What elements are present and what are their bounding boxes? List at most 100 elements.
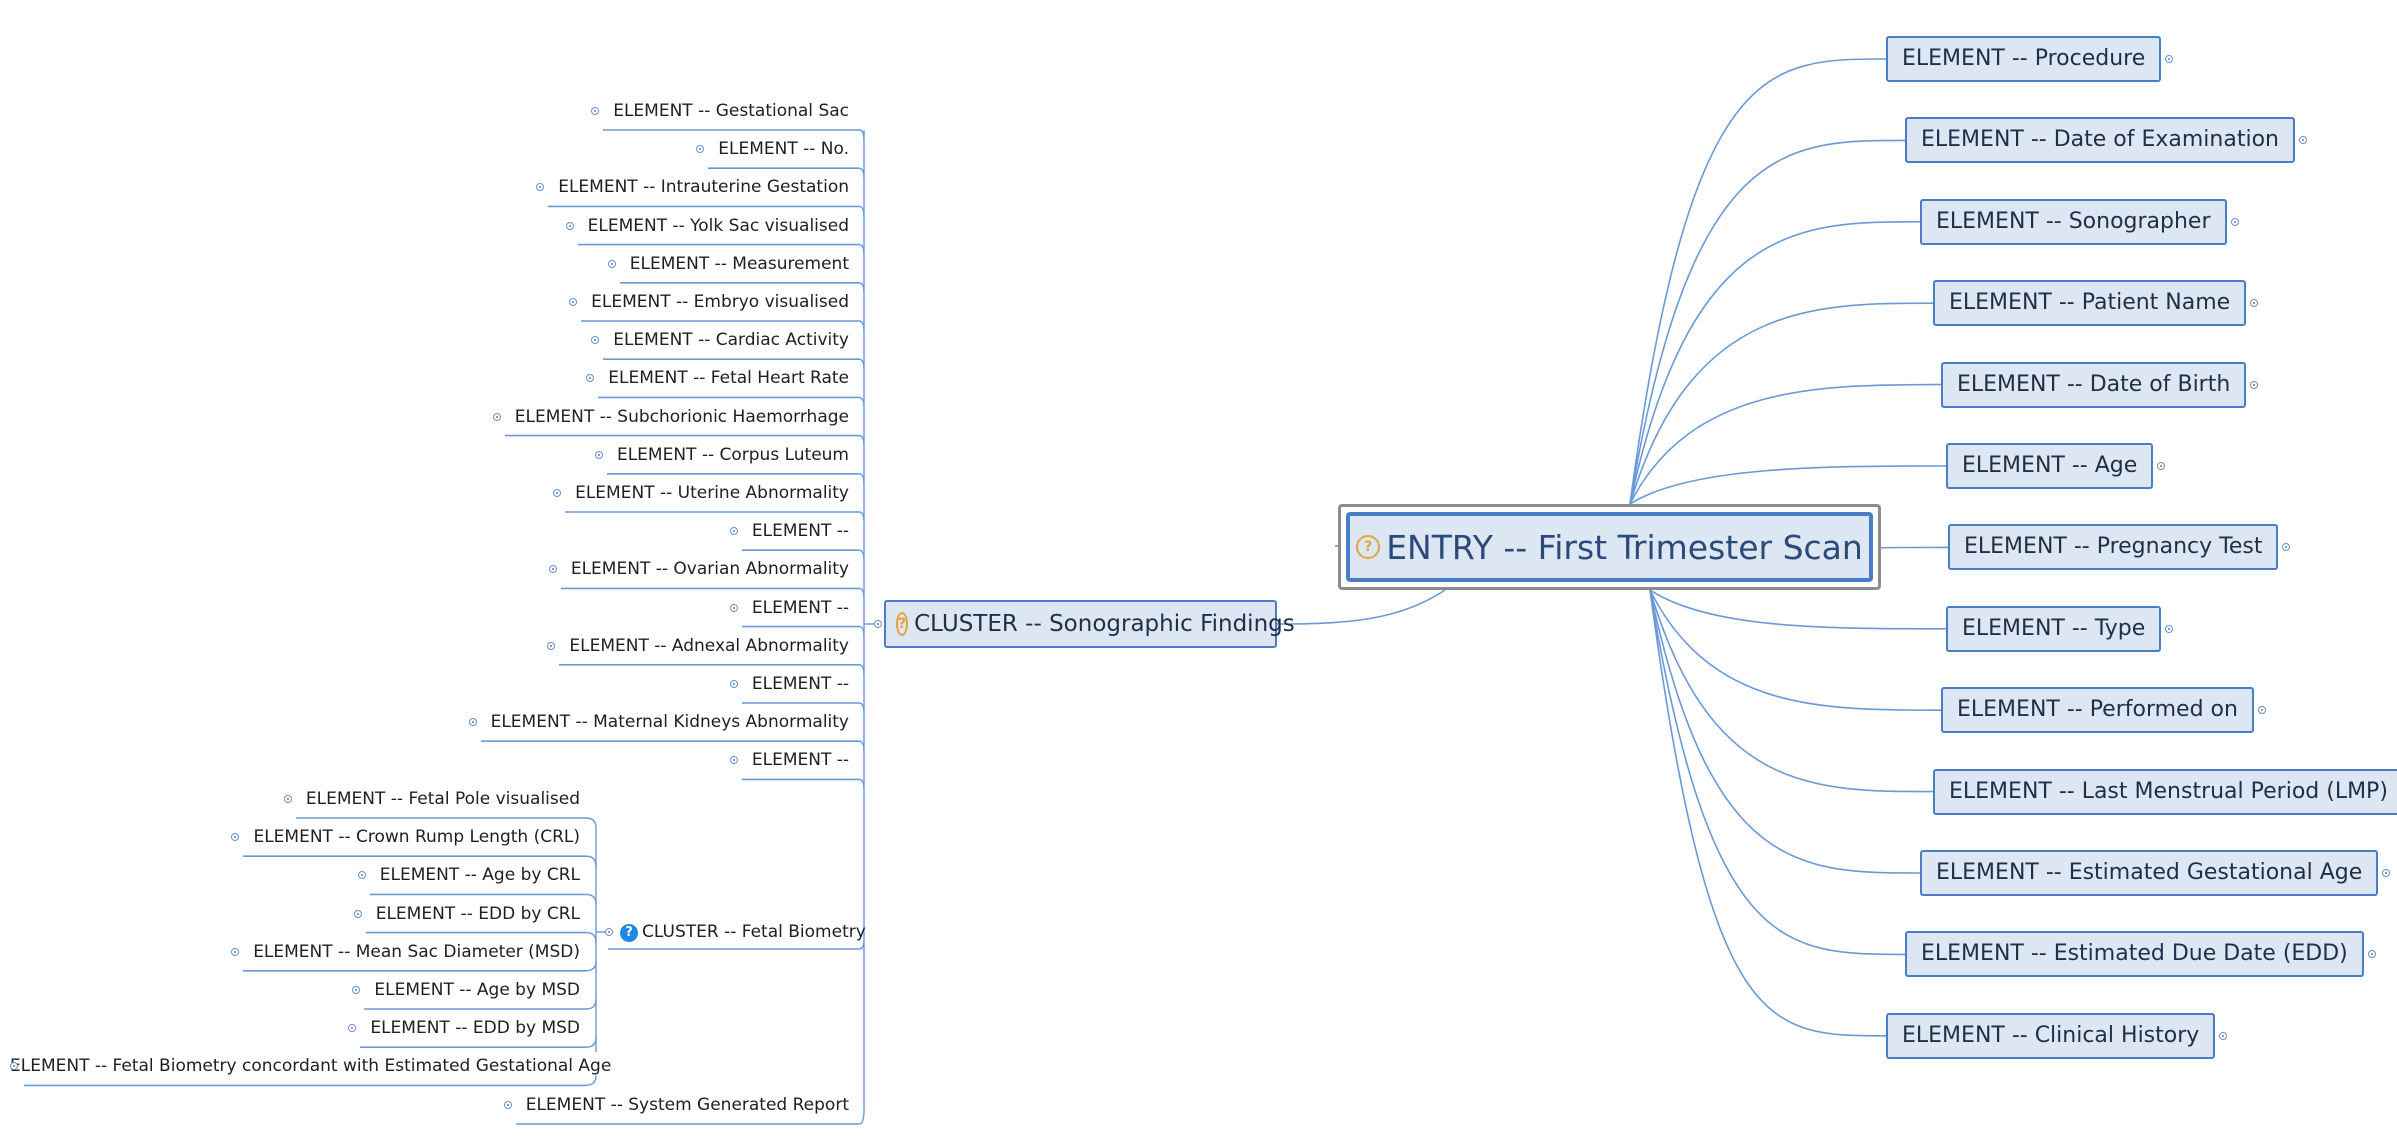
element-label: ELEMENT -- Uterine Abnormality xyxy=(575,483,849,503)
element-subchorionic-haemorrhage[interactable]: ELEMENT -- Subchorionic Haemorrhage xyxy=(249,402,849,432)
element-last-menstrual-period-lmp[interactable]: ELEMENT -- Last Menstrual Period (LMP) xyxy=(1933,768,2397,815)
connector-line xyxy=(858,702,865,714)
expand-dot-icon[interactable] xyxy=(2165,624,2173,633)
element-label: ELEMENT -- Subchorionic Haemorrhage xyxy=(514,406,849,427)
expand-dot-icon[interactable] xyxy=(354,909,362,918)
element-gestational-sac[interactable]: ELEMENT -- Gestational Sac xyxy=(249,96,849,126)
element-date-of-birth[interactable]: ELEMENT -- Date of Birth xyxy=(1941,361,2247,408)
connector-line xyxy=(585,1037,597,1048)
expand-dot-icon[interactable] xyxy=(730,680,738,688)
element-estimated-gestational-age[interactable]: ELEMENT -- Estimated Gestational Age xyxy=(1920,850,2379,896)
expand-dot-icon[interactable] xyxy=(2219,1031,2227,1040)
root-topic-inner: ? ENTRY -- First Trimester Scan xyxy=(1346,512,1873,582)
element-crown-rump-length-crl[interactable]: ELEMENT -- Crown Rump Length (CRL) xyxy=(10,822,580,852)
expand-dot-icon[interactable] xyxy=(2231,217,2239,226)
element-estimated-due-date-edd[interactable]: ELEMENT -- Estimated Due Date (EDD) xyxy=(1905,931,2364,978)
expand-dot-icon[interactable] xyxy=(874,620,882,628)
expand-dot-icon[interactable] xyxy=(591,107,599,115)
question-outline-icon: ? xyxy=(1356,535,1381,559)
element-cardiac-activity[interactable]: ELEMENT -- Cardiac Activity xyxy=(249,325,849,355)
expand-dot-icon[interactable] xyxy=(231,947,239,956)
connector-line xyxy=(858,511,865,523)
expand-dot-icon[interactable] xyxy=(608,259,616,268)
element-measurement[interactable]: ELEMENT -- Measurement xyxy=(249,249,849,279)
element-[interactable]: ELEMENT -- xyxy=(249,593,849,623)
cluster-sonographic-findings[interactable]: ? CLUSTER -- Sonographic Findings xyxy=(884,600,1295,648)
element-label: ELEMENT -- xyxy=(751,597,849,618)
expand-dot-icon[interactable] xyxy=(2165,55,2173,63)
element-embryo-visualised[interactable]: ELEMENT -- Embryo visualised xyxy=(249,287,849,317)
expand-dot-icon[interactable] xyxy=(595,450,603,459)
expand-dot-icon[interactable] xyxy=(284,795,292,803)
element-yolk-sac-visualised[interactable]: ELEMENT -- Yolk Sac visualised xyxy=(249,211,849,241)
element-label: ELEMENT -- Patient Name xyxy=(1949,290,2231,316)
connector-line xyxy=(1629,302,1934,505)
connector-line xyxy=(858,473,865,484)
element-procedure[interactable]: ELEMENT -- Procedure xyxy=(1886,36,2162,82)
expand-dot-icon[interactable] xyxy=(605,928,613,936)
question-outline-icon: ? xyxy=(896,612,909,636)
element-label: ELEMENT -- Measurement xyxy=(629,253,849,274)
element-label: ELEMENT -- Age xyxy=(1962,453,2138,478)
element-edd-by-crl[interactable]: ELEMENT -- EDD by CRL xyxy=(10,899,580,929)
element-performed-on[interactable]: ELEMENT -- Performed on xyxy=(1941,687,2254,734)
element-label: ELEMENT -- Performed on xyxy=(1957,697,2238,723)
element-label: ELEMENT -- Adnexal Abnormality xyxy=(569,635,849,656)
element-patient-name[interactable]: ELEMENT -- Patient Name xyxy=(1933,280,2247,327)
connector-line xyxy=(1629,465,1947,505)
element-no[interactable]: ELEMENT -- No. xyxy=(249,134,849,164)
element-mean-sac-diameter-msd[interactable]: ELEMENT -- Mean Sac Diameter (MSD) xyxy=(10,937,580,967)
element-date-of-examination[interactable]: ELEMENT -- Date of Examination xyxy=(1905,117,2295,164)
connector-line xyxy=(858,587,865,599)
cluster-fetal-biometry[interactable]: ? CLUSTER -- Fetal Biometry xyxy=(620,917,866,947)
connector-line xyxy=(1629,58,1887,505)
element-age-by-msd[interactable]: ELEMENT -- Age by MSD xyxy=(10,975,580,1005)
element-label: ELEMENT -- Clinical History xyxy=(1902,1022,2200,1048)
element-label: ELEMENT -- Gestational Sac xyxy=(613,101,849,121)
element-[interactable]: ELEMENT -- xyxy=(249,516,849,546)
element-fetal-pole-visualised[interactable]: ELEMENT -- Fetal Pole visualised xyxy=(10,784,580,814)
connector-line xyxy=(858,778,865,790)
element-[interactable]: ELEMENT -- xyxy=(249,745,849,775)
element-label: ELEMENT -- Procedure xyxy=(1902,46,2146,71)
expand-dot-icon[interactable] xyxy=(569,298,577,306)
element-pregnancy-test[interactable]: ELEMENT -- Pregnancy Test xyxy=(1948,524,2279,571)
connector-line xyxy=(1649,589,1947,630)
element-label: ELEMENT -- Fetal Heart Rate xyxy=(608,368,849,389)
element-sonographer[interactable]: ELEMENT -- Sonographer xyxy=(1920,198,2227,245)
element-intrauterine-gestation[interactable]: ELEMENT -- Intrauterine Gestation xyxy=(249,172,849,202)
element-label: ELEMENT -- EDD by MSD xyxy=(370,1018,580,1039)
element-label: ELEMENT -- Date of Birth xyxy=(1957,371,2231,397)
expand-dot-icon[interactable] xyxy=(553,489,561,497)
expand-dot-icon[interactable] xyxy=(2382,869,2390,877)
connector-line xyxy=(1649,589,1934,793)
help-circle-icon: ? xyxy=(620,924,638,942)
expand-dot-icon[interactable] xyxy=(730,603,738,612)
element-uterine-abnormality[interactable]: ELEMENT -- Uterine Abnormality xyxy=(249,478,849,508)
element-system-generated-report[interactable]: ELEMENT -- System Generated Report xyxy=(249,1090,849,1120)
root-topic[interactable]: ? ENTRY -- First Trimester Scan xyxy=(1338,504,1881,590)
element-age[interactable]: ELEMENT -- Age xyxy=(1946,443,2154,489)
expand-dot-icon[interactable] xyxy=(566,221,574,230)
root-topic-title: ENTRY -- First Trimester Scan xyxy=(1386,527,1863,567)
element-[interactable]: ELEMENT -- xyxy=(249,669,849,699)
element-label: ELEMENT -- Embryo visualised xyxy=(591,292,849,312)
element-type[interactable]: ELEMENT -- Type xyxy=(1946,605,2162,652)
element-age-by-crl[interactable]: ELEMENT -- Age by CRL xyxy=(10,860,580,890)
expand-dot-icon[interactable] xyxy=(504,1101,512,1109)
element-fetal-biometry-concordant-with-estimated-gestational-age[interactable]: ELEMENT -- Fetal Biometry concordant wit… xyxy=(10,1051,611,1081)
element-maternal-kidneys-abnormality[interactable]: ELEMENT -- Maternal Kidneys Abnormality xyxy=(249,707,849,737)
expand-dot-icon[interactable] xyxy=(352,986,360,994)
connector-line xyxy=(1629,383,1942,505)
expand-dot-icon[interactable] xyxy=(493,412,501,421)
expand-dot-icon[interactable] xyxy=(2250,380,2258,389)
expand-dot-icon[interactable] xyxy=(547,641,555,650)
element-label: ELEMENT -- Cardiac Activity xyxy=(613,330,849,351)
element-clinical-history[interactable]: ELEMENT -- Clinical History xyxy=(1886,1012,2216,1059)
connector-line xyxy=(858,358,865,370)
element-corpus-luteum[interactable]: ELEMENT -- Corpus Luteum xyxy=(249,440,849,470)
element-label: ELEMENT -- Last Menstrual Period (LMP) xyxy=(1949,778,2388,804)
element-fetal-heart-rate[interactable]: ELEMENT -- Fetal Heart Rate xyxy=(249,363,849,393)
element-edd-by-msd[interactable]: ELEMENT -- EDD by MSD xyxy=(10,1013,580,1043)
expand-dot-icon[interactable] xyxy=(2157,462,2165,470)
